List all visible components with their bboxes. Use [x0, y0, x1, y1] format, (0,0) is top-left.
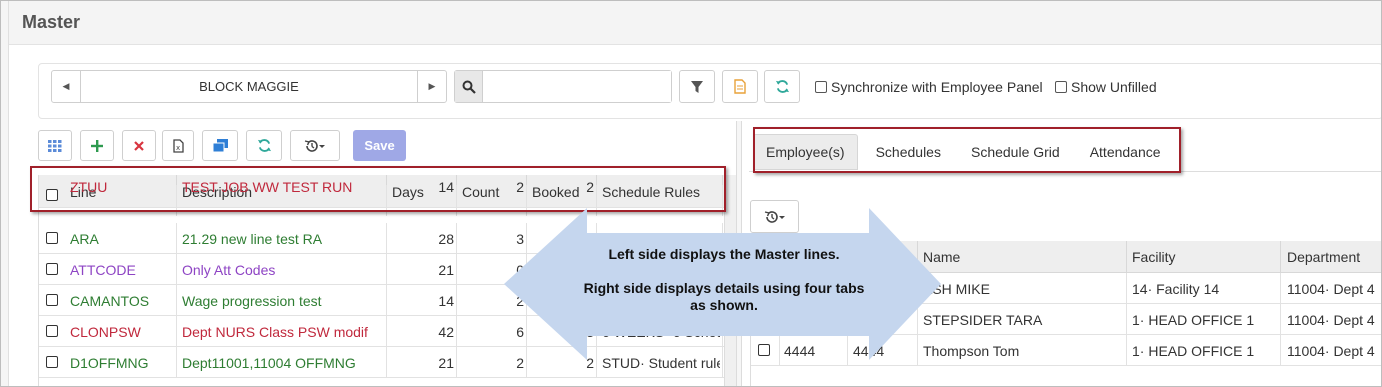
svg-text:x: x — [176, 144, 180, 152]
page-title: Master — [22, 12, 81, 32]
history-dropdown-button[interactable] — [290, 130, 340, 161]
cell-divider — [1280, 273, 1281, 304]
cell-dept: 11004· Dept 4 — [1287, 281, 1375, 297]
title-bar: Master — [9, 1, 1381, 45]
caret-right-icon: ▶ — [428, 81, 436, 91]
cell-divider — [1280, 335, 1281, 366]
save-button[interactable]: Save — [353, 130, 406, 161]
explanation-callout: Left side displays the Master lines. Rig… — [504, 208, 941, 360]
cell-desc: Dept11001,11004 OFFMNG — [182, 355, 356, 371]
history-icon — [304, 139, 325, 152]
refresh-icon — [775, 80, 789, 93]
cell-divider — [386, 316, 387, 347]
cell-divider — [1280, 304, 1281, 335]
checkbox-box[interactable] — [815, 81, 827, 93]
grid-icon — [48, 139, 62, 152]
excel-export-button[interactable]: x — [162, 130, 194, 161]
cell-divider — [386, 347, 387, 378]
cell-days: 14 — [438, 293, 454, 309]
cell-dept: 11004· Dept 4 — [1287, 312, 1375, 328]
sync-label: Synchronize with Employee Panel — [831, 79, 1043, 95]
close-icon — [134, 140, 144, 151]
cell-divider — [176, 254, 177, 285]
row-checkbox[interactable] — [46, 263, 58, 275]
search-input[interactable] — [483, 71, 671, 102]
cell-line: CAMANTOS — [70, 293, 150, 309]
add-button[interactable] — [80, 130, 114, 161]
copy-button[interactable] — [202, 130, 238, 161]
search-icon[interactable] — [455, 71, 483, 102]
refresh-icon — [257, 139, 271, 152]
cell-days: 28 — [438, 231, 454, 247]
cell-divider — [456, 347, 457, 378]
copy-icon — [212, 138, 228, 152]
header-highlight-box — [30, 166, 726, 212]
tabs-highlight-box — [753, 127, 1181, 173]
column-header-department[interactable]: Department — [1287, 249, 1360, 265]
document-icon — [734, 79, 746, 94]
cell-divider — [386, 254, 387, 285]
current-record-name[interactable]: BLOCK MAGGIE — [81, 71, 417, 102]
row-checkbox[interactable] — [46, 356, 58, 368]
grid-view-button[interactable] — [38, 130, 72, 161]
cell-divider — [176, 316, 177, 347]
cell-facility: 1· HEAD OFFICE 1 — [1132, 343, 1255, 359]
refresh-button[interactable] — [764, 70, 800, 103]
export-button[interactable] — [722, 70, 758, 103]
cell-days: 21 — [438, 262, 454, 278]
row-checkbox[interactable] — [46, 325, 58, 337]
callout-line-2: Right side displays details using four t… — [583, 280, 865, 313]
cell-dept: 11004· Dept 4 — [1287, 343, 1375, 359]
cell-divider — [386, 285, 387, 316]
cell-divider — [1126, 335, 1127, 366]
row-checkbox[interactable] — [46, 294, 58, 306]
column-header-facility[interactable]: Facility — [1132, 249, 1176, 265]
cell-line: ARA — [70, 231, 99, 247]
reload-button[interactable] — [246, 130, 282, 161]
cell-facility: 14· Facility 14 — [1132, 281, 1220, 297]
cell-desc: Only Att Codes — [182, 262, 276, 278]
cell-divider — [456, 254, 457, 285]
master-window: Master ◀ BLOCK MAGGIE ▶ Synchronize with… — [0, 0, 1382, 387]
record-navigator: ◀ BLOCK MAGGIE ▶ — [51, 70, 447, 103]
search-group — [454, 70, 672, 103]
cell-divider — [176, 223, 177, 254]
cell-divider — [176, 285, 177, 316]
prev-record-button[interactable]: ◀ — [52, 71, 81, 102]
cell-divider — [456, 316, 457, 347]
plus-icon — [91, 139, 103, 152]
cell-divider — [456, 285, 457, 316]
cell-line: CLONPSW — [70, 324, 141, 340]
excel-icon: x — [172, 138, 184, 153]
cell-divider — [176, 347, 177, 378]
cell-divider — [456, 223, 457, 254]
cell-line: D1OFFMNG — [70, 355, 149, 371]
cell-line: ATTCODE — [70, 262, 136, 278]
filter-icon — [691, 80, 703, 93]
cell-days: 21 — [438, 355, 454, 371]
cell-desc: Dept NURS Class PSW modif — [182, 324, 368, 340]
delete-button[interactable] — [122, 130, 156, 161]
checkbox-box[interactable] — [1055, 81, 1067, 93]
cell-desc: 21.29 new line test RA — [182, 231, 323, 247]
cell-divider — [1126, 273, 1127, 304]
cell-divider — [1126, 304, 1127, 335]
cell-divider — [386, 223, 387, 254]
filter-button[interactable] — [679, 70, 715, 103]
row-checkbox[interactable] — [46, 232, 58, 244]
cell-facility: 1· HEAD OFFICE 1 — [1132, 312, 1255, 328]
callout-line-1: Left side displays the Master lines. — [608, 246, 840, 262]
show-unfilled-label: Show Unfilled — [1071, 79, 1157, 95]
cell-days: 42 — [438, 324, 454, 340]
show-unfilled-checkbox[interactable]: Show Unfilled — [1055, 79, 1157, 95]
cell-desc: Wage progression test — [182, 293, 322, 309]
next-record-button[interactable]: ▶ — [417, 71, 446, 102]
sync-checkbox[interactable]: Synchronize with Employee Panel — [815, 79, 1043, 95]
caret-left-icon: ◀ — [62, 81, 70, 91]
left-edge-strip — [1, 1, 9, 386]
